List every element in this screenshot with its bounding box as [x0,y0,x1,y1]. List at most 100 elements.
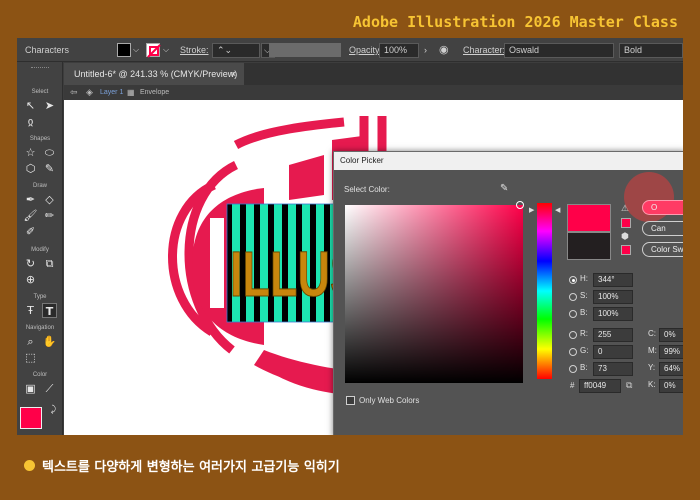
polygon-tool-icon[interactable]: ⬡ [23,161,38,176]
touch-type-icon[interactable]: Ŧ [23,303,38,318]
character-label[interactable]: Character: [463,38,505,62]
copy-hex-icon[interactable]: ⧉ [626,380,632,391]
close-tab-icon[interactable]: × [231,63,236,85]
fill-color-swatch[interactable] [20,407,42,429]
ellipse-tool-icon[interactable]: ⬭ [42,145,57,160]
web-safe-warning-icon[interactable]: ⬢ [621,231,629,242]
dialog-title: Color Picker [334,152,683,170]
eraser-tool-icon[interactable]: ◇ [42,192,57,207]
rotate-tool-icon[interactable]: ↻ [23,256,38,271]
web-safe-swatch[interactable] [621,245,631,255]
gradient-tool-icon[interactable]: ▣ [23,381,38,396]
hue-radio[interactable] [569,276,577,284]
brightness-field[interactable]: 100% [593,307,633,321]
type-tool-icon[interactable]: T [42,303,57,318]
stroke-swatch[interactable] [146,43,161,58]
cyan-field[interactable]: 0% [659,328,683,342]
tools-panel: Select ↖ ➤ ჲ Shapes ☆ ⬭ ⬡ ✎ Draw ✒ ◇ 🖌 ✏… [17,62,63,435]
lasso-tool-icon[interactable]: ჲ [23,114,38,129]
brightness-radio[interactable] [569,310,577,318]
panel-label: Characters [25,45,70,55]
selection-tool-icon[interactable]: ↖ [23,98,38,113]
red-radio[interactable] [569,331,577,339]
yellow-field[interactable]: 64% [659,362,683,376]
magenta-field[interactable]: 99% [659,345,683,359]
tool-section-draw: Draw [32,183,47,189]
tool-section-modify: Modify [31,247,49,253]
cancel-button[interactable]: Can [642,221,683,236]
breadcrumb-layer[interactable]: Layer 1 [100,85,123,100]
hex-field[interactable]: ff0049 [579,379,621,393]
envelope-icon: ▦ [127,88,135,97]
color-picker-dialog: Color Picker Select Color: ✎ ▶ ◀ ⚠ ⬢ O C… [333,151,683,435]
document-tab-title: Untitled-6* @ 241.33 % (CMYK/Preview) [74,69,238,79]
blob-brush-icon[interactable]: ✐ [23,224,38,239]
tool-section-select: Select [31,89,49,95]
brush-tool-icon[interactable]: 🖌 [23,208,38,223]
magenta-label: M: [648,346,657,355]
eyedropper-tool-icon[interactable]: ⟋ [42,381,57,396]
breadcrumb: ⇦ ◈ Layer 1 ▦ Envelope [64,85,683,100]
opacity-label[interactable]: Opacity: [349,38,382,62]
stroke-dropdown-icon[interactable]: ⌵ [163,38,169,62]
current-color-swatch[interactable] [567,232,611,260]
artboard-tool-icon[interactable]: ⬚ [23,350,38,365]
font-style-field[interactable]: Bold [619,42,683,58]
eyedropper-icon[interactable]: ✎ [500,183,508,194]
gamut-swatch[interactable] [621,218,631,228]
hue-slider[interactable] [537,203,552,379]
green-radio[interactable] [569,348,577,356]
hex-label: # [570,381,575,390]
stroke-label[interactable]: Stroke: [180,38,209,62]
black-field[interactable]: 0% [659,379,683,393]
shape-builder-icon[interactable]: ⊕ [23,272,38,287]
yellow-label: Y: [648,363,656,372]
ok-button[interactable]: O [642,200,683,215]
color-field-cursor[interactable] [516,201,524,209]
blue-radio[interactable] [569,365,577,373]
blue-label: B: [580,363,588,372]
bullet-dot-icon [24,460,35,471]
tool-section-navigation: Navigation [25,325,55,331]
only-web-colors-label: Only Web Colors [359,396,420,405]
control-bar: Characters ⌵ ⌵ Stroke: ⌃⌄ ⌵ Opacity: 100… [17,38,683,62]
hue-slider-right-arrow[interactable]: ◀ [555,206,560,214]
pen-tool-icon[interactable]: ✒ [23,192,38,207]
green-field[interactable]: 0 [593,345,633,359]
illustrator-window: Characters ⌵ ⌵ Stroke: ⌃⌄ ⌵ Opacity: 100… [17,38,683,435]
hue-slider-left-arrow[interactable]: ▶ [529,206,534,214]
back-arrow-icon[interactable]: ⇦ [70,85,78,100]
fill-swatch[interactable] [117,43,131,57]
red-label: R: [580,329,588,338]
shaper-tool-icon[interactable]: ✎ [42,161,57,176]
pencil-tool-icon[interactable]: ✏ [42,208,57,223]
red-field[interactable]: 255 [593,328,633,342]
scale-tool-icon[interactable]: ⧉ [42,256,57,271]
swap-colors-icon[interactable]: ⤸ [46,403,61,418]
document-tab-bar: Untitled-6* @ 241.33 % (CMYK/Preview) × [64,63,683,85]
hue-label: H: [580,274,588,283]
only-web-colors-checkbox[interactable] [346,396,355,405]
zoom-tool-icon[interactable]: ⌕ [23,334,38,349]
hand-tool-icon[interactable]: ✋ [42,334,57,349]
blue-field[interactable]: 73 [593,362,633,376]
black-label: K: [648,380,656,389]
fill-dropdown-icon[interactable]: ⌵ [133,38,139,62]
saturation-field[interactable]: 100% [593,290,633,304]
saturation-radio[interactable] [569,293,577,301]
star-tool-icon[interactable]: ☆ [23,145,38,160]
opacity-field[interactable]: 100% [379,42,419,58]
recolor-icon[interactable]: ◉ [439,38,449,62]
opacity-arrow-icon[interactable]: › [424,38,427,62]
saturation-brightness-field[interactable] [345,205,523,383]
stroke-weight-field[interactable]: ⌃⌄ [212,42,260,58]
variable-width-profile[interactable] [269,43,341,57]
document-tab[interactable]: Untitled-6* @ 241.33 % (CMYK/Preview) × [64,63,244,85]
font-family-field[interactable]: Oswald [504,42,614,58]
lesson-caption: 텍스트를 다양하게 변형하는 여러가지 고급기능 익히기 [42,460,340,475]
color-swatches-button[interactable]: Color Sw [642,242,683,257]
hue-field[interactable]: 344° [593,273,633,287]
direct-selection-tool-icon[interactable]: ➤ [42,98,57,113]
brightness-label: B: [580,308,588,317]
panel-grip[interactable] [31,67,49,69]
